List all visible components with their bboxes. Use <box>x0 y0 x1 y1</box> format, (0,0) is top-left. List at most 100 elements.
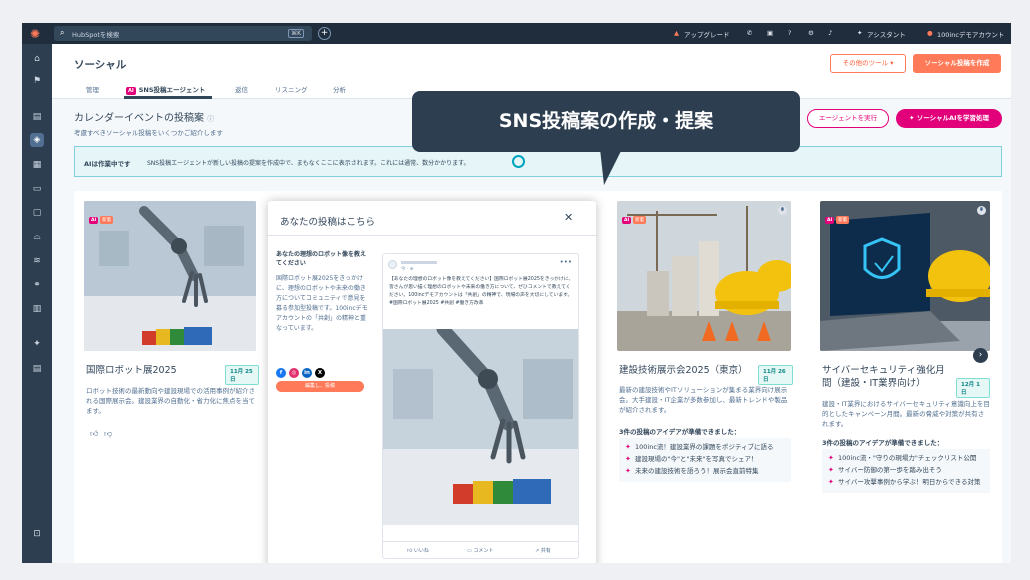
bookmark-icon[interactable]: ⚑ <box>30 74 44 88</box>
upgrade-icon: ▲ <box>674 29 679 37</box>
library-icon[interactable]: ▤ <box>30 362 44 376</box>
more-options-icon[interactable]: ••• <box>560 258 572 266</box>
top-navigation-bar: ✺ ⌕ HubSpotを検索 ⌘K + ▲ アップグレード ✆ ▣ ? ⚙ ♪ … <box>22 23 1011 44</box>
event-card[interactable]: AI 新着 ⬮ サイバーセキュリティ強化月間（建設・IT業界向け） 12月 1日 … <box>820 201 990 561</box>
ai-agent-icon[interactable]: ✦ <box>30 337 44 351</box>
facebook-icon[interactable]: f <box>276 368 286 378</box>
thumbs-up-icon[interactable]: 👍︎ <box>90 429 98 439</box>
list-item[interactable]: ✦ 100inc流・"守りの現場力"チェックリスト公開 <box>828 453 984 463</box>
marketing-icon[interactable]: ◈ <box>30 133 44 147</box>
linkedin-icon[interactable]: in <box>302 368 312 378</box>
list-item[interactable]: ✦ 未来の建設技術を語ろう！展示会直前特集 <box>625 466 785 476</box>
list-item[interactable]: ✦ サイバー攻撃事例から学ぶ！明日からできる対策 <box>828 477 984 487</box>
other-tools-button[interactable]: その他のツール ▾ <box>830 54 906 73</box>
content-icon[interactable]: ▦ <box>30 158 44 172</box>
expand-sidebar-icon[interactable]: ⊡ <box>30 527 44 541</box>
account-menu[interactable]: 100incデモアカウント <box>937 29 1004 39</box>
edit-and-post-button[interactable]: 編集し、投稿 <box>276 381 364 392</box>
settings-icon[interactable]: ⚙ <box>808 29 814 37</box>
hubspot-logo-icon[interactable]: ✺ <box>30 27 44 41</box>
social-post-preview: 今 · ⊕ ••• 【あなたの理想のロボット像を教えてください】国際ロボット展2… <box>382 253 579 559</box>
list-item[interactable]: ✦ 建設現場の"今"と"未来"を写真でシェア！ <box>625 454 785 464</box>
pin-icon[interactable]: ⬮ <box>977 206 986 215</box>
event-card[interactable]: AI 新着 国際ロボット展2025 11月 25日 ロボット技術の最新動向や建設現… <box>84 201 259 563</box>
list-item[interactable]: ✦ 100inc流！建設業界の課題をポジティブに語る <box>625 442 785 452</box>
share-button[interactable]: ↗ 共有 <box>535 547 551 554</box>
event-description: ロボット技術の最新動向や建設現場での活用事例が紹介される国際展示会。建設業界の自… <box>86 387 255 415</box>
post-body: 【あなたの理想のロボット像を教えてください】国際ロボット展2025をきっかけに、… <box>389 277 574 306</box>
ideas-heading: 3件の投稿のアイデアが準備できました： <box>822 439 944 447</box>
section-title: カレンダーイベントの投稿案 ⓘ <box>74 113 215 124</box>
search-bar[interactable]: ⌕ HubSpotを検索 ⌘K <box>54 26 312 41</box>
next-arrow-icon[interactable]: › <box>973 348 988 363</box>
new-badge: 新着 <box>836 216 850 224</box>
instagram-icon[interactable]: ◎ <box>289 368 299 378</box>
assistant-link[interactable]: アシスタント <box>867 29 906 39</box>
data-icon[interactable]: ≋ <box>30 254 44 268</box>
search-input[interactable]: HubSpotを検索 <box>72 29 119 39</box>
main-content: ソーシャル 管理 AI SNS投稿エージェント 返信 リスニング 分析 その他のツ… <box>52 44 1011 563</box>
phone-icon[interactable]: ✆ <box>747 29 752 37</box>
event-image-robot: AI 新着 <box>84 201 256 351</box>
commerce-icon[interactable]: ▢ <box>30 206 44 220</box>
tab-analytics[interactable]: 分析 <box>333 84 346 94</box>
event-title: 国際ロボット展2025 <box>86 365 177 376</box>
event-card[interactable]: AI 新着 ⬮ 建設技術展示会2025（東京） 11月 26日 最新の建設技術やI… <box>617 201 793 561</box>
sparkle-icon: ✦ <box>625 467 631 475</box>
sparkle-icon: ✦ <box>828 454 834 462</box>
post-meta: 今 · ⊕ <box>401 267 414 272</box>
automation-icon[interactable]: ⚭ <box>30 278 44 292</box>
event-date: 11月 25日 <box>225 365 259 385</box>
reporting-icon[interactable]: ▥ <box>30 302 44 316</box>
sales-icon[interactable]: ▭ <box>30 182 44 196</box>
sparkle-icon: ✦ <box>625 455 631 463</box>
ai-badge: AI <box>825 217 835 224</box>
sparkle-icon: ✦ <box>828 478 834 486</box>
event-title: サイバーセキュリティ強化月間（建設・IT業界向け） <box>822 365 945 389</box>
crm-icon[interactable]: ▤ <box>30 110 44 124</box>
tab-manage[interactable]: 管理 <box>86 84 99 94</box>
ai-badge: AI <box>89 217 99 224</box>
pin-icon[interactable]: ⬮ <box>778 206 787 215</box>
post-actions: 👍︎ いいね ▭ コメント ↗ 共有 <box>383 541 578 558</box>
ai-badge: AI <box>126 87 136 95</box>
create-social-post-button[interactable]: ソーシャル投稿を作成 <box>913 54 1001 73</box>
learn-social-ai-button[interactable]: ✦ ソーシャルAIを学習処理 <box>896 109 1002 128</box>
info-icon: ⓘ <box>207 115 215 123</box>
help-icon[interactable]: ? <box>788 29 791 37</box>
x-icon[interactable]: X <box>315 368 325 378</box>
thumbs-down-icon[interactable]: 👎︎ <box>104 429 112 439</box>
run-agent-button[interactable]: エージェントを実行 <box>807 109 889 128</box>
tab-listening[interactable]: リスニング <box>275 84 308 94</box>
add-icon[interactable]: + <box>318 27 331 40</box>
close-icon[interactable]: ✕ <box>564 211 573 224</box>
ideas-list: ✦ 100inc流！建設業界の課題をポジティブに語る ✦ 建設現場の"今"と"未来"… <box>619 438 791 482</box>
search-icon: ⌕ <box>60 28 65 37</box>
like-button[interactable]: 👍︎ いいね <box>407 547 429 554</box>
ideas-list: ✦ 100inc流・"守りの現場力"チェックリスト公開 ✦ サイバー防御の第一歩を踏… <box>822 449 990 493</box>
social-network-icons: f ◎ in X <box>276 359 328 378</box>
upgrade-link[interactable]: アップグレード <box>684 29 730 39</box>
account-name-placeholder <box>401 261 437 264</box>
ideas-heading: 3件の投稿のアイデアが準備できました： <box>619 428 741 436</box>
list-item[interactable]: ✦ サイバー防御の第一歩を踏み出そう <box>828 465 984 475</box>
notifications-icon[interactable]: ♪ <box>828 29 832 37</box>
event-title: 建設技術展示会2025（東京） <box>619 365 748 376</box>
service-icon[interactable]: ⌓ <box>30 230 44 244</box>
tab-sns-agent[interactable]: AI SNS投稿エージェント <box>126 84 205 95</box>
marketplace-icon[interactable]: ▣ <box>767 29 773 37</box>
tab-sns-agent-label: SNS投稿エージェント <box>138 86 206 94</box>
comment-button[interactable]: ▭ コメント <box>467 547 493 554</box>
tab-reply[interactable]: 返信 <box>235 84 248 94</box>
home-icon[interactable]: ⌂ <box>30 52 44 66</box>
assistant-icon: ✦ <box>857 29 863 37</box>
section-subtitle: 考慮すべきソーシャル投稿をいくつかご紹介します <box>74 129 223 137</box>
loading-spinner-icon <box>512 155 525 168</box>
post-rationale: 国際ロボット展2025をきっかけに、理想のロボットや未来の働き方についてコミュニ… <box>276 275 368 332</box>
modal-title: あなたの投稿はこちら <box>280 217 376 228</box>
event-image-cybersecurity: AI 新着 ⬮ <box>820 201 990 351</box>
event-image-construction: AI 新着 ⬮ <box>617 201 791 351</box>
post-preview-modal: あなたの投稿はこちら ✕ あなたの理想のロボット像を教えてください 国際ロボット… <box>268 201 596 563</box>
left-sidebar: ⌂ ⚑ ▤ ◈ ▦ ▭ ▢ ⌓ ≋ ⚭ ▥ ✦ ▤ ⊡ <box>22 44 52 563</box>
event-date: 12月 1日 <box>956 378 990 398</box>
